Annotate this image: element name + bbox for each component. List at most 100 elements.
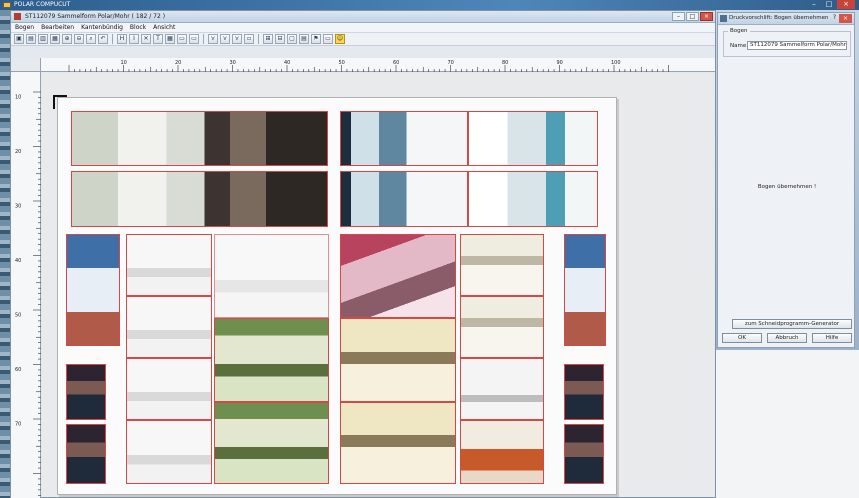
layout-icon[interactable]: ▤ [299, 34, 309, 44]
search-icon[interactable]: ⌕ [86, 34, 96, 44]
flyer-tile[interactable] [340, 234, 456, 318]
toolbar: ▣ ▤ ▥ ▦ ⊕ ⊖ ⌕ ↶ H Ι ✕ T ▦ ▭ ▭ ⋎ ⋎ ⋎ ▫ ⊞ ⊟ ▢ ▤ ⚑ ▭ ☺ [11, 33, 715, 46]
h-cut-icon[interactable]: H [117, 34, 127, 44]
os-title-bar: POLAR COMPUCUT – □ × [0, 0, 859, 10]
print-icon[interactable]: ▦ [50, 34, 60, 44]
plus-icon[interactable]: ⊞ [263, 34, 273, 44]
name-label: Name [730, 43, 747, 49]
menu-bogen[interactable]: Bogen [15, 24, 34, 31]
desktop-background [0, 10, 10, 498]
ruler-label: 80 [502, 60, 508, 66]
smile-icon[interactable]: ☺ [335, 34, 345, 44]
flag-icon[interactable]: ⚑ [311, 34, 321, 44]
flyer-tile[interactable] [66, 424, 106, 484]
save-icon[interactable]: ▥ [38, 34, 48, 44]
ruler-label: 20 [15, 149, 21, 155]
zoom-in-icon[interactable]: ⊕ [62, 34, 72, 44]
frame-icon[interactable]: ▢ [287, 34, 297, 44]
ruler-label: 30 [15, 204, 21, 210]
paste-icon[interactable]: ▭ [189, 34, 199, 44]
split-x-icon[interactable]: ⋎ [232, 34, 242, 44]
flyer-tile[interactable] [564, 424, 604, 484]
sheet-canvas[interactable] [42, 73, 714, 497]
flyer-tile[interactable] [460, 420, 544, 484]
minus-icon[interactable]: ⊟ [275, 34, 285, 44]
ruler-left: 10 20 30 40 50 60 70 [11, 72, 41, 498]
dialog-title-bar: Druckvorschlift: Bogen übernehmen ? × [718, 13, 854, 25]
generator-button[interactable]: zum Schneidprogramm-Generator [732, 319, 852, 329]
flyer-tile[interactable] [564, 234, 606, 346]
ruler-label: 50 [15, 313, 21, 319]
help-icon[interactable]: ? [833, 14, 836, 21]
flyer-tile[interactable] [71, 171, 328, 227]
print-sheet[interactable] [57, 97, 617, 495]
ruler-label: 70 [15, 422, 21, 428]
window-icon[interactable]: ▭ [323, 34, 333, 44]
take-over-dialog: Druckvorschlift: Bogen übernehmen ? × Bo… [717, 12, 855, 348]
flyer-tile[interactable] [468, 171, 598, 227]
dialog-icon [720, 15, 727, 22]
close-icon[interactable]: × [837, 0, 855, 9]
sheet-group: Bogen Name ST112079 Sammelform Polar/Moh… [723, 28, 851, 57]
toolbar-separator [112, 34, 113, 44]
flyer-tile[interactable] [214, 234, 329, 318]
zoom-out-icon[interactable]: ⊖ [74, 34, 84, 44]
flyer-tile[interactable] [340, 402, 456, 484]
minimize-button[interactable]: – [672, 12, 685, 21]
help-button[interactable]: Hilfe [812, 333, 852, 343]
window-controls: – □ × [672, 12, 713, 21]
menu-bearbeiten[interactable]: Bearbeiten [41, 24, 74, 31]
flyer-tile[interactable] [126, 296, 212, 358]
close-icon[interactable]: × [839, 14, 852, 23]
flyer-tile[interactable] [340, 111, 468, 166]
maximize-button[interactable]: □ [686, 12, 699, 21]
ok-button[interactable]: OK [722, 333, 762, 343]
flyer-tile[interactable] [66, 234, 120, 346]
menu-ansicht[interactable]: Ansicht [153, 24, 175, 31]
minimize-icon[interactable]: – [807, 0, 821, 9]
open-icon[interactable]: ▤ [26, 34, 36, 44]
flyer-tile[interactable] [340, 318, 456, 402]
flyer-tile[interactable] [460, 358, 544, 420]
menu-block[interactable]: Block [130, 24, 146, 31]
flyer-tile[interactable] [126, 420, 212, 484]
flyer-tile[interactable] [214, 402, 329, 484]
ruler-label: 100 [611, 60, 621, 66]
window-title: ST112079 Sammelform Polar/Mohr ( 182 / 7… [25, 13, 166, 20]
flyer-tile[interactable] [126, 358, 212, 420]
grid-icon[interactable]: ▦ [165, 34, 175, 44]
split-v-icon[interactable]: ⋎ [220, 34, 230, 44]
ruler-label: 60 [15, 367, 21, 373]
flyer-tile[interactable] [214, 318, 329, 402]
name-field[interactable]: ST112079 Sammelform Polar/Mohr [747, 41, 847, 50]
status-message: Bogen übernehmen ! [757, 184, 817, 190]
flyer-tile[interactable] [564, 364, 604, 420]
ruler-label: 70 [448, 60, 454, 66]
flyer-tile[interactable] [460, 296, 544, 358]
menu-kantenbuendig[interactable]: Kantenbündig [81, 24, 123, 31]
split-icon[interactable]: ⋎ [208, 34, 218, 44]
close-button[interactable]: × [700, 12, 713, 21]
ruler-label: 10 [121, 60, 127, 66]
flyer-tile[interactable] [468, 111, 598, 166]
flyer-tile[interactable] [126, 234, 212, 296]
flyer-tile[interactable] [340, 171, 468, 227]
v-cut-icon[interactable]: Ι [129, 34, 139, 44]
dialog-title: Druckvorschlift: Bogen übernehmen [729, 15, 829, 21]
disabled-icon[interactable]: ▫ [244, 34, 254, 44]
os-window-controls: – □ × [807, 0, 855, 9]
ruler-label: 50 [339, 60, 345, 66]
new-icon[interactable]: ▣ [14, 34, 24, 44]
copy-icon[interactable]: ▭ [177, 34, 187, 44]
toolbar-separator [258, 34, 259, 44]
text-icon[interactable]: T [153, 34, 163, 44]
undo-icon[interactable]: ↶ [98, 34, 108, 44]
delete-icon[interactable]: ✕ [141, 34, 151, 44]
flyer-tile[interactable] [460, 234, 544, 296]
flyer-tile[interactable] [66, 364, 106, 420]
flyer-tile[interactable] [71, 111, 328, 166]
maximize-icon[interactable]: □ [822, 0, 836, 9]
ruler-label: 40 [15, 258, 21, 264]
window-title-bar: ST112079 Sammelform Polar/Mohr ( 182 / 7… [11, 11, 715, 23]
cancel-button[interactable]: Abbruch [767, 333, 807, 343]
